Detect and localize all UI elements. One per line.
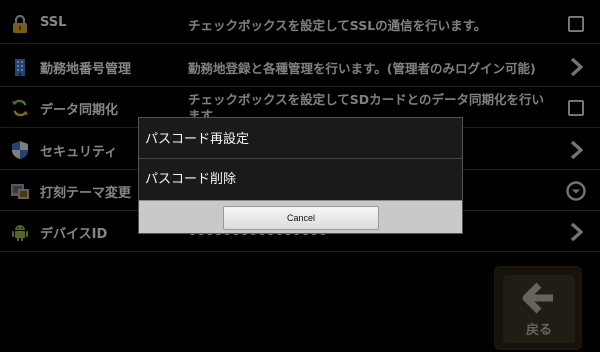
menu-item-delete-passcode[interactable]: パスコード削除 <box>139 160 462 199</box>
menu-item-reset-passcode[interactable]: パスコード再設定 <box>139 120 462 159</box>
cancel-button[interactable]: Cancel <box>223 206 379 230</box>
passcode-menu-dialog: パスコード再設定 パスコード削除 Cancel <box>138 117 463 234</box>
dialog-footer: Cancel <box>139 200 462 233</box>
